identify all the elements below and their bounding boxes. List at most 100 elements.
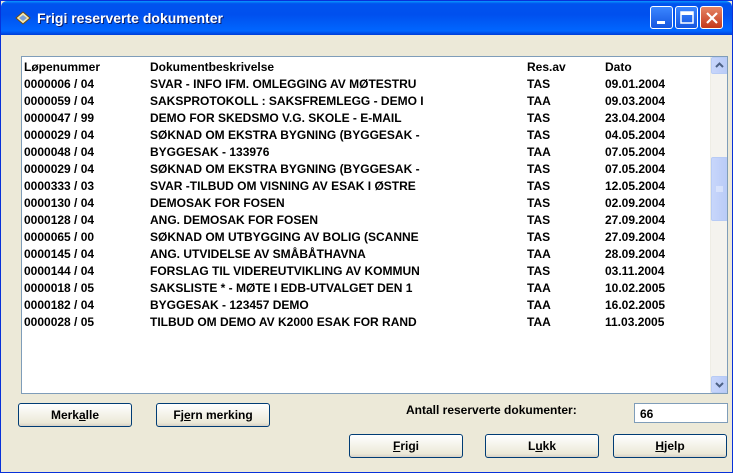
cell-number: 0000048 / 04 [24, 145, 95, 159]
cell-reserved-by: TAS [527, 230, 551, 244]
cell-date: 03.11.2004 [605, 264, 665, 278]
cell-reserved-by: TAS [527, 162, 551, 176]
cell-description: SAKSLISTE * - MØTE I EDB-UTVALGET DEN 1 [150, 281, 413, 295]
cell-reserved-by: TAA [527, 247, 551, 261]
cell-date: 12.05.2004 [605, 179, 666, 193]
cell-description: SØKNAD OM UTBYGGING AV BOLIG (SCANNE [150, 230, 419, 244]
cell-number: 0000029 / 04 [24, 128, 95, 142]
close-icon [706, 12, 718, 24]
scroll-down-button[interactable] [711, 376, 727, 393]
close-button[interactable]: Lu kk [485, 434, 599, 458]
cell-description: BYGGESAK - 133976 [150, 145, 270, 159]
title-bar[interactable]: Frigi reserverte dokumenter [1, 1, 732, 35]
list-row[interactable]: 0000145 / 04 ANG. UTVIDELSE AV SMÅBÅTHAVN… [22, 246, 710, 263]
maximize-button[interactable] [675, 6, 698, 29]
cell-reserved-by: TAS [527, 179, 551, 193]
list-row[interactable]: 0000006 / 04 SVAR - INFO IFM. OMLEGGING A… [22, 76, 710, 93]
cell-number: 0000144 / 04 [24, 264, 95, 278]
cell-reserved-by: TAA [527, 298, 551, 312]
reserved-documents-list[interactable]: Løpenummer Dokumentbeskrivelse Res.av Da… [21, 56, 728, 394]
cell-number: 0000128 / 04 [24, 213, 95, 227]
cell-date: 16.02.2005 [605, 298, 666, 312]
maximize-icon [680, 11, 694, 24]
header-reserved-by[interactable]: Res.av [527, 60, 607, 74]
cell-number: 0000006 / 04 [24, 77, 95, 91]
help-button[interactable]: Hjelp [613, 434, 727, 458]
cell-description: SAKSPROTOKOLL : SAKSFREMLEGG - DEMO I [150, 94, 424, 108]
cell-date: 04.05.2004 [605, 128, 666, 142]
cell-description: ANG. DEMOSAK FOR FOSEN [150, 213, 319, 227]
cell-number: 0000029 / 04 [24, 162, 95, 176]
cell-date: 28.09.2004 [605, 247, 666, 261]
count-label: Antall reserverte dokumenter: [406, 403, 577, 417]
cell-date: 09.03.2004 [605, 94, 666, 108]
cell-number: 0000028 / 05 [24, 315, 95, 329]
list-row[interactable]: 0000048 / 04 BYGGESAK - 133976 TAA 07.05.20… [22, 144, 710, 161]
select-all-button[interactable]: Merk a lle [18, 403, 132, 427]
release-button[interactable]: Frigi [349, 434, 463, 458]
count-field[interactable]: 66 [634, 403, 728, 423]
vertical-scrollbar[interactable] [710, 57, 727, 393]
cell-description: FORSLAG TIL VIDEREUTVIKLING AV KOMMUN [150, 264, 420, 278]
cell-number: 0000018 / 05 [24, 281, 95, 295]
cell-date: 27.09.2004 [605, 213, 666, 227]
cell-reserved-by: TAA [527, 145, 551, 159]
cell-description: SØKNAD OM EKSTRA BYGNING (BYGGESAK - [150, 128, 420, 142]
list-row[interactable]: 0000182 / 04 BYGGESAK - 123457 DEMO TAA 16.… [22, 297, 710, 314]
cell-number: 0000065 / 00 [24, 230, 95, 244]
list-row[interactable]: 0000028 / 05 TILBUD OM DEMO AV K2000 ESAK… [22, 314, 710, 331]
app-icon [15, 11, 31, 25]
cell-description: SVAR -TILBUD OM VISNING AV ESAK I ØSTRE [150, 179, 416, 193]
list-row[interactable]: 0000047 / 99 DEMO FOR SKEDSMO V.G. SKOLE … [22, 110, 710, 127]
list-header: Løpenummer Dokumentbeskrivelse Res.av Da… [22, 59, 710, 76]
dialog-window: Frigi reserverte dokumenter Løpenummer D… [0, 0, 733, 473]
list-row[interactable]: 0000029 / 04 SØKNAD OM EKSTRA BYGNING (BY… [22, 127, 710, 144]
cell-reserved-by: TAA [527, 315, 551, 329]
cell-reserved-by: TAS [527, 213, 551, 227]
cell-description: SØKNAD OM EKSTRA BYGNING (BYGGESAK - [150, 162, 420, 176]
list-row[interactable]: 0000333 / 03 SVAR -TILBUD OM VISNING AV E… [22, 178, 710, 195]
cell-number: 0000059 / 04 [24, 94, 95, 108]
cell-reserved-by: TAS [527, 264, 551, 278]
list-row[interactable]: 0000130 / 04 DEMOSAK FOR FOSEN TAS 02.09.20… [22, 195, 710, 212]
cell-date: 02.09.2004 [605, 196, 666, 210]
clear-selection-button[interactable]: Fj e rn merking [156, 403, 270, 427]
list-row[interactable]: 0000018 / 05 SAKSLISTE * - MØTE I EDB-UTV… [22, 280, 710, 297]
header-description[interactable]: Dokumentbeskrivelse [150, 60, 522, 74]
grip-icon [716, 186, 723, 192]
cell-number: 0000130 / 04 [24, 196, 95, 210]
cell-reserved-by: TAS [527, 77, 551, 91]
cell-date: 07.05.2004 [605, 162, 666, 176]
window-title: Frigi reserverte dokumenter [37, 10, 223, 26]
cell-date: 23.04.2004 [605, 111, 666, 125]
cell-description: TILBUD OM DEMO AV K2000 ESAK FOR RAND [150, 315, 417, 329]
cell-description: ANG. UTVIDELSE AV SMÅBÅTHAVNA [150, 247, 366, 261]
scroll-up-button[interactable] [711, 57, 727, 74]
list-row[interactable]: 0000128 / 04 ANG. DEMOSAK FOR FOSEN TAS 27.… [22, 212, 710, 229]
cell-date: 10.02.2005 [605, 281, 666, 295]
cell-reserved-by: TAA [527, 281, 551, 295]
chevron-up-icon [715, 62, 724, 68]
cell-number: 0000145 / 04 [24, 247, 95, 261]
minimize-button[interactable] [650, 6, 673, 29]
cell-description: DEMOSAK FOR FOSEN [150, 196, 285, 210]
cell-date: 09.01.2004 [605, 77, 666, 91]
cell-number: 0000047 / 99 [24, 111, 95, 125]
list-row[interactable]: 0000144 / 04 FORSLAG TIL VIDEREUTVIKLING … [22, 263, 710, 280]
header-date[interactable]: Dato [605, 60, 705, 74]
header-number[interactable]: Løpenummer [24, 60, 148, 74]
chevron-down-icon [715, 382, 724, 388]
list-row[interactable]: 0000059 / 04 SAKSPROTOKOLL : SAKSFREMLEGG… [22, 93, 710, 110]
close-window-button[interactable] [700, 6, 723, 29]
list-row[interactable]: 0000065 / 00 SØKNAD OM UTBYGGING AV BOLIG… [22, 229, 710, 246]
scroll-thumb[interactable] [711, 157, 727, 221]
list-row[interactable]: 0000029 / 04 SØKNAD OM EKSTRA BYGNING (BY… [22, 161, 710, 178]
cell-date: 07.05.2004 [605, 145, 666, 159]
cell-reserved-by: TAS [527, 111, 551, 125]
cell-reserved-by: TAS [527, 128, 551, 142]
cell-description: DEMO FOR SKEDSMO V.G. SKOLE - E-MAIL [150, 111, 402, 125]
cell-number: 0000182 / 04 [24, 298, 95, 312]
cell-date: 27.09.2004 [605, 230, 666, 244]
cell-number: 0000333 / 03 [24, 179, 95, 193]
cell-description: BYGGESAK - 123457 DEMO [150, 298, 309, 312]
